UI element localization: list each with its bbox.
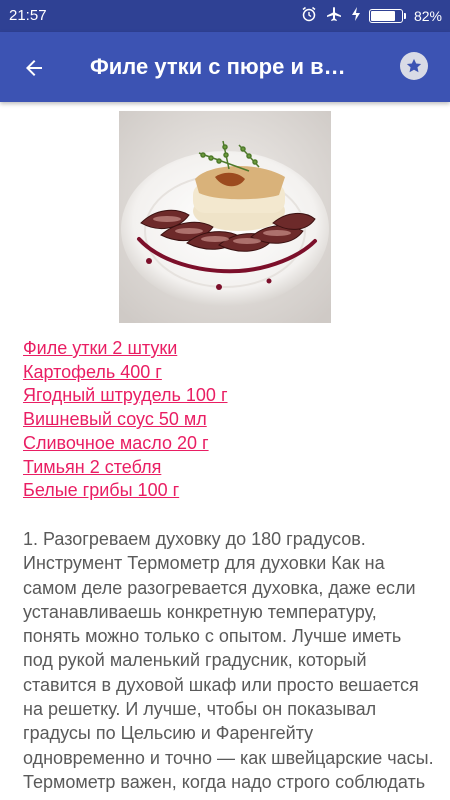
ingredient-link[interactable]: Ягодный штрудель 100 г [23, 384, 228, 408]
airplane-icon [325, 6, 343, 25]
ingredient-link[interactable]: Картофель 400 г [23, 361, 228, 385]
star-icon [406, 58, 422, 73]
ingredient-link[interactable]: Сливочное масло 20 г [23, 432, 228, 456]
status-time: 21:57 [9, 7, 47, 24]
battery-percent: 82% [413, 7, 442, 24]
back-button[interactable] [16, 50, 52, 86]
arrow-left-icon [26, 60, 42, 76]
app-bar: Филе утки с пюре и в… [0, 32, 450, 102]
page-title: Филе утки с пюре и в… [90, 54, 346, 79]
ingredient-link[interactable]: Вишневый соус 50 мл [23, 408, 228, 432]
ingredient-link[interactable]: Филе утки 2 штуки [23, 337, 228, 361]
status-icons: 82% [301, 6, 442, 25]
ingredient-link[interactable]: Тимьян 2 стебля [23, 456, 228, 480]
favorite-button[interactable] [400, 52, 428, 80]
dish-image [119, 111, 331, 323]
recipe-instructions: 1. Разогреваем духовку до 180 градусов. … [23, 529, 434, 792]
status-bar: 21:57 82% [0, 0, 450, 32]
ingredient-link[interactable]: Белые грибы 100 г [23, 479, 228, 503]
ingredients-list: Филе утки 2 штуки Картофель 400 г Ягодны… [23, 337, 228, 503]
alarm-icon [301, 6, 317, 25]
charging-icon [351, 6, 361, 25]
battery-icon [368, 8, 406, 23]
